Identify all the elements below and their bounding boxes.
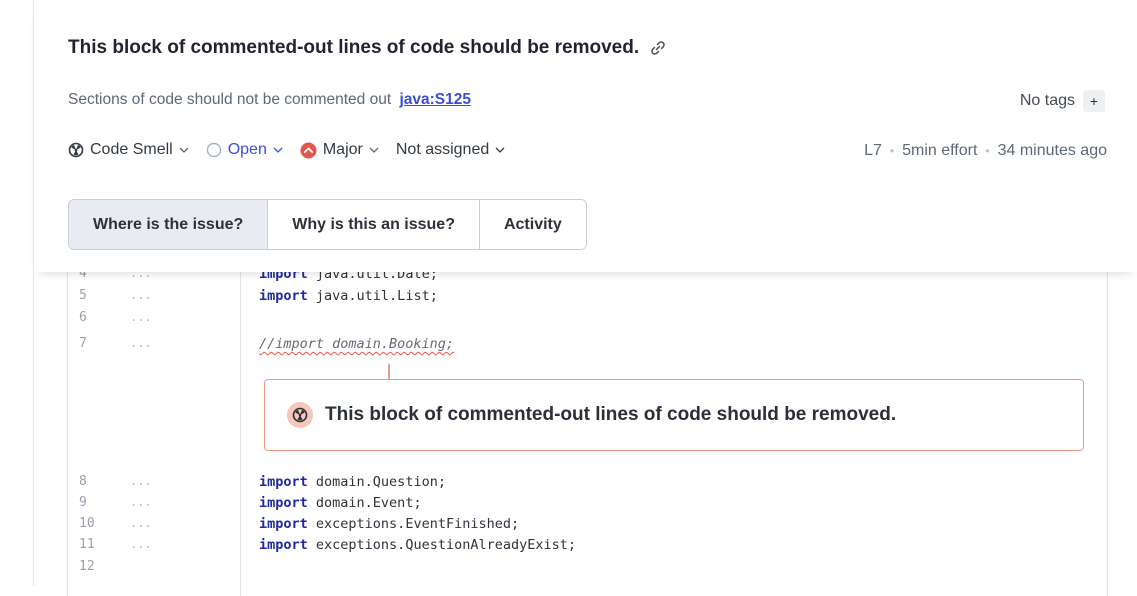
code-text: import java.util.List; [259, 288, 438, 304]
keyword: import [259, 288, 308, 304]
code-line-flagged: 7 ... //import domain.Booking; [67, 333, 1106, 355]
rule-key-link[interactable]: java:S125 [399, 91, 471, 108]
chevron-down-icon [494, 144, 506, 156]
assignee-dropdown[interactable]: Not assigned [396, 141, 506, 159]
code-smell-icon [68, 142, 84, 158]
line-number: 9 [79, 495, 87, 510]
code-rest: domain.Event; [307, 495, 422, 511]
line-number: 10 [79, 516, 95, 531]
code-line: 12 [67, 556, 1106, 578]
code-rest: domain.Question; [307, 474, 446, 490]
severity-label: Major [322, 141, 363, 158]
rule-row: Sections of code should not be commented… [68, 91, 471, 109]
line-number: 8 [79, 474, 87, 489]
code-smell-icon [287, 402, 313, 428]
issue-connector [388, 364, 390, 380]
code-line: 6 ... [67, 307, 1106, 329]
keyword: import [259, 474, 308, 490]
issue-title: This block of commented-out lines of cod… [68, 37, 640, 58]
issue-age: 34 minutes ago [997, 142, 1107, 159]
code-text: import exceptions.QuestionAlreadyExist; [259, 537, 576, 553]
status-label: Open [227, 141, 267, 158]
tags-area: No tags + [1020, 90, 1105, 112]
code-rest: exceptions.EventFinished; [307, 516, 520, 532]
line-number: 7 [79, 336, 87, 351]
issue-header: This block of commented-out lines of cod… [34, 0, 1137, 272]
tab-where-is-the-issue[interactable]: Where is the issue? [69, 200, 269, 249]
keyword: import [259, 537, 308, 553]
issue-meta-row: Code Smell Open Major Not assigned [68, 141, 522, 159]
scm-marker[interactable]: ... [130, 516, 152, 530]
tab-activity[interactable]: Activity [479, 200, 586, 249]
scm-marker[interactable]: ... [130, 474, 152, 488]
scm-marker[interactable]: ... [130, 288, 152, 302]
permalink-icon[interactable] [649, 39, 667, 57]
severity-major-icon [300, 142, 317, 159]
issue-title-row: This block of commented-out lines of cod… [68, 37, 667, 59]
scm-marker[interactable]: ... [130, 310, 152, 324]
code-text: import domain.Event; [259, 495, 422, 511]
keyword: import [259, 516, 308, 532]
scm-marker[interactable]: ... [130, 537, 152, 551]
add-tag-button[interactable]: + [1083, 90, 1105, 112]
line-number: 5 [79, 288, 87, 303]
code-line: 10 ... import exceptions.EventFinished; [67, 513, 1106, 535]
status-dropdown[interactable]: Open [206, 141, 284, 159]
assignee-label: Not assigned [395, 141, 490, 158]
code-text: import exceptions.EventFinished; [259, 516, 519, 532]
code-line: 11 ... import exceptions.QuestionAlready… [67, 534, 1106, 556]
code-line: 9 ... import domain.Event; [67, 492, 1106, 514]
issue-effort: 5min effort [902, 142, 978, 159]
scm-marker[interactable]: ... [130, 495, 152, 509]
code-line: 5 ... import java.util.List; [67, 285, 1106, 307]
code-text: import domain.Question; [259, 474, 446, 490]
separator-dot: • [889, 144, 895, 158]
issue-tabs: Where is the issue? Why is this an issue… [68, 199, 587, 250]
inline-issue-message: This block of commented-out lines of cod… [325, 404, 897, 425]
tags-label: No tags [1019, 92, 1075, 109]
chevron-down-icon [178, 144, 190, 156]
separator-dot: • [985, 144, 990, 158]
line-number: 12 [79, 559, 95, 574]
tab-why-is-this-an-issue[interactable]: Why is this an issue? [268, 200, 480, 249]
code-rest: java.util.List; [307, 288, 438, 304]
issue-line[interactable]: L7 [864, 142, 882, 160]
line-number: 11 [79, 537, 95, 552]
type-label: Code Smell [90, 141, 173, 158]
severity-dropdown[interactable]: Major [300, 141, 380, 159]
keyword: import [259, 495, 308, 511]
type-dropdown[interactable]: Code Smell [68, 141, 190, 159]
issue-info-row: L7 • 5min effort • 34 minutes ago [864, 142, 1107, 160]
chevron-down-icon [368, 144, 380, 156]
code-line: 8 ... import domain.Question; [67, 471, 1106, 493]
scm-marker[interactable]: ... [130, 336, 152, 350]
code-rest: exceptions.QuestionAlreadyExist; [307, 537, 576, 553]
status-open-icon [206, 142, 222, 158]
line-number: 6 [79, 310, 87, 325]
chevron-down-icon [272, 144, 284, 156]
commented-code: //import domain.Booking; [259, 336, 455, 352]
inline-issue-box[interactable]: This block of commented-out lines of cod… [264, 379, 1084, 451]
rule-description: Sections of code should not be commented… [68, 91, 392, 108]
